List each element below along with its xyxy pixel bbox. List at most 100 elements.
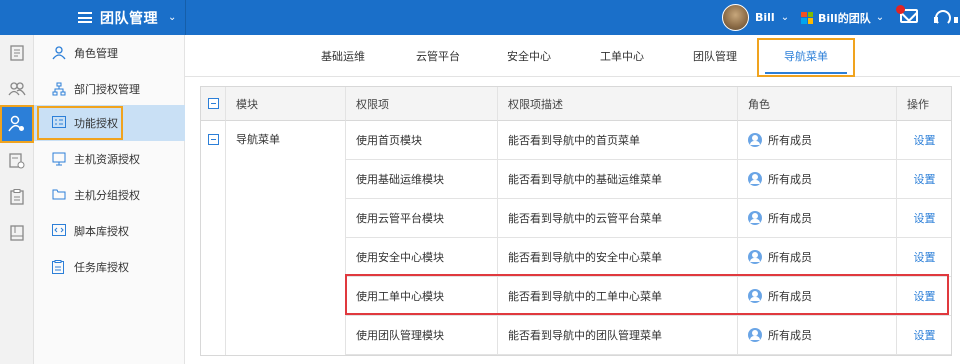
app-title: 团队管理: [100, 10, 158, 27]
tab-nav-menu[interactable]: 导航菜单: [757, 35, 855, 77]
tab-cloud[interactable]: 云管平台: [403, 35, 473, 77]
avatar[interactable]: [722, 4, 749, 31]
role-label: 所有成员: [768, 329, 812, 342]
module-name: 导航菜单: [236, 133, 280, 146]
settings-link[interactable]: 设置: [897, 121, 951, 160]
role-label: 所有成员: [768, 173, 812, 186]
monitor-icon: [52, 152, 66, 166]
table-cell-permission: 使用首页模块: [346, 121, 498, 160]
header-permission: 权限项: [346, 87, 498, 121]
tab-bar: 基础运维 云管平台 安全中心 工单中心 团队管理 导航菜单: [185, 35, 960, 77]
submenu: 角色管理 部门授权管理 功能授权 主机资源授权 主机分组授权 脚本库授权 任务库…: [34, 35, 185, 364]
doc-icon[interactable]: [0, 35, 34, 71]
org-tree-icon: [52, 82, 66, 96]
code-icon: [52, 224, 66, 238]
module-check-column: [201, 121, 226, 355]
submenu-item-task[interactable]: 任务库授权: [34, 249, 185, 285]
notification-dot: [896, 5, 905, 14]
user-settings-icon[interactable]: [0, 105, 34, 143]
submenu-item-function[interactable]: 功能授权: [34, 105, 185, 141]
team-switcher[interactable]: Bill的团队 ⌄: [801, 0, 884, 35]
header-action: 操作: [897, 87, 951, 121]
folder-icon: [52, 188, 66, 202]
windows-logo-icon: [801, 11, 813, 24]
group-icon: [748, 328, 762, 342]
submenu-item-label: 部门授权管理: [74, 83, 140, 96]
table-cell-description: 能否看到导航中的安全中心菜单: [498, 238, 738, 277]
submenu-item-role[interactable]: 角色管理: [34, 35, 185, 71]
header-description: 权限项描述: [498, 87, 738, 121]
header-module: 模块: [226, 87, 346, 121]
user-name: Bill: [755, 11, 775, 24]
settings-link[interactable]: 设置: [897, 277, 951, 316]
table-cell-role: 所有成员: [738, 277, 897, 316]
module-checkbox[interactable]: [208, 134, 219, 145]
role-label: 所有成员: [768, 212, 812, 225]
select-all-checkbox[interactable]: [207, 98, 219, 109]
submenu-item-label: 主机分组授权: [74, 189, 140, 202]
group-icon: [748, 289, 762, 303]
module-column: 导航菜单: [226, 121, 346, 355]
icon-rail: [0, 35, 34, 364]
settings-link[interactable]: 设置: [897, 160, 951, 199]
table-cell-role: 所有成员: [738, 238, 897, 277]
table-cell-permission: 使用工单中心模块: [346, 277, 498, 316]
submenu-item-dept[interactable]: 部门授权管理: [34, 71, 185, 107]
table-cell-permission: 使用云管平台模块: [346, 199, 498, 238]
app-menu[interactable]: 团队管理 ⌄: [78, 0, 176, 35]
settings-link[interactable]: 设置: [897, 238, 951, 277]
table-cell-role: 所有成员: [738, 199, 897, 238]
tab-security[interactable]: 安全中心: [494, 35, 564, 77]
task-icon: [52, 260, 66, 274]
highlight-box: [37, 106, 123, 140]
table-cell-description: 能否看到导航中的团队管理菜单: [498, 316, 738, 355]
top-navbar: 团队管理 ⌄ Bill ⌄ Bill的团队 ⌄: [0, 0, 960, 35]
role-label: 所有成员: [768, 290, 812, 303]
users-icon[interactable]: [0, 71, 34, 107]
table-cell-permission: 使用安全中心模块: [346, 238, 498, 277]
hamburger-icon[interactable]: [78, 12, 92, 23]
settings-link[interactable]: 设置: [897, 199, 951, 238]
table-cell-description: 能否看到导航中的基础运维菜单: [498, 160, 738, 199]
group-icon: [748, 172, 762, 186]
submenu-item-host-group[interactable]: 主机分组授权: [34, 177, 185, 213]
chevron-down-icon: ⌄: [875, 12, 885, 23]
user-menu[interactable]: Bill ⌄: [722, 4, 789, 31]
user-icon: [52, 46, 66, 60]
submenu-item-label: 角色管理: [74, 47, 118, 60]
highlight-box: [757, 38, 855, 77]
submenu-item-script[interactable]: 脚本库授权: [34, 213, 185, 249]
settings-link[interactable]: 设置: [897, 316, 951, 355]
table-cell-description: 能否看到导航中的云管平台菜单: [498, 199, 738, 238]
chevron-down-icon: ⌄: [780, 12, 790, 23]
table-cell-role: 所有成员: [738, 316, 897, 355]
group-icon: [748, 250, 762, 264]
table-cell-description: 能否看到导航中的首页菜单: [498, 121, 738, 160]
group-icon: [748, 133, 762, 147]
submenu-item-label: 主机资源授权: [74, 153, 140, 166]
table-cell-role: 所有成员: [738, 121, 897, 160]
table-cell-description: 能否看到导航中的工单中心菜单: [498, 277, 738, 316]
tab-team[interactable]: 团队管理: [680, 35, 750, 77]
role-label: 所有成员: [768, 134, 812, 147]
header-role: 角色: [738, 87, 897, 121]
monitor-list-icon[interactable]: [0, 143, 34, 179]
select-all-checkbox-cell: [201, 87, 226, 121]
permission-table: 模块 权限项 权限项描述 角色 操作 导航菜单 使用首页模块 能否看到导航中的首…: [200, 86, 952, 356]
tab-ticket[interactable]: 工单中心: [587, 35, 657, 77]
role-label: 所有成员: [768, 251, 812, 264]
submenu-item-label: 脚本库授权: [74, 225, 129, 238]
submenu-item-host[interactable]: 主机资源授权: [34, 141, 185, 177]
headset-icon[interactable]: [934, 10, 958, 26]
submenu-item-label: 任务库授权: [74, 261, 129, 274]
table-cell-role: 所有成员: [738, 160, 897, 199]
mail-icon[interactable]: [896, 5, 918, 23]
chevron-down-icon: ⌄: [168, 12, 177, 23]
table-cell-permission: 使用基础运维模块: [346, 160, 498, 199]
tab-basic-ops[interactable]: 基础运维: [308, 35, 378, 77]
book-icon[interactable]: [0, 215, 34, 251]
clipboard-icon[interactable]: [0, 179, 34, 215]
divider: [185, 0, 186, 35]
team-name: Bill的团队: [818, 11, 871, 25]
table-cell-permission: 使用团队管理模块: [346, 316, 498, 355]
